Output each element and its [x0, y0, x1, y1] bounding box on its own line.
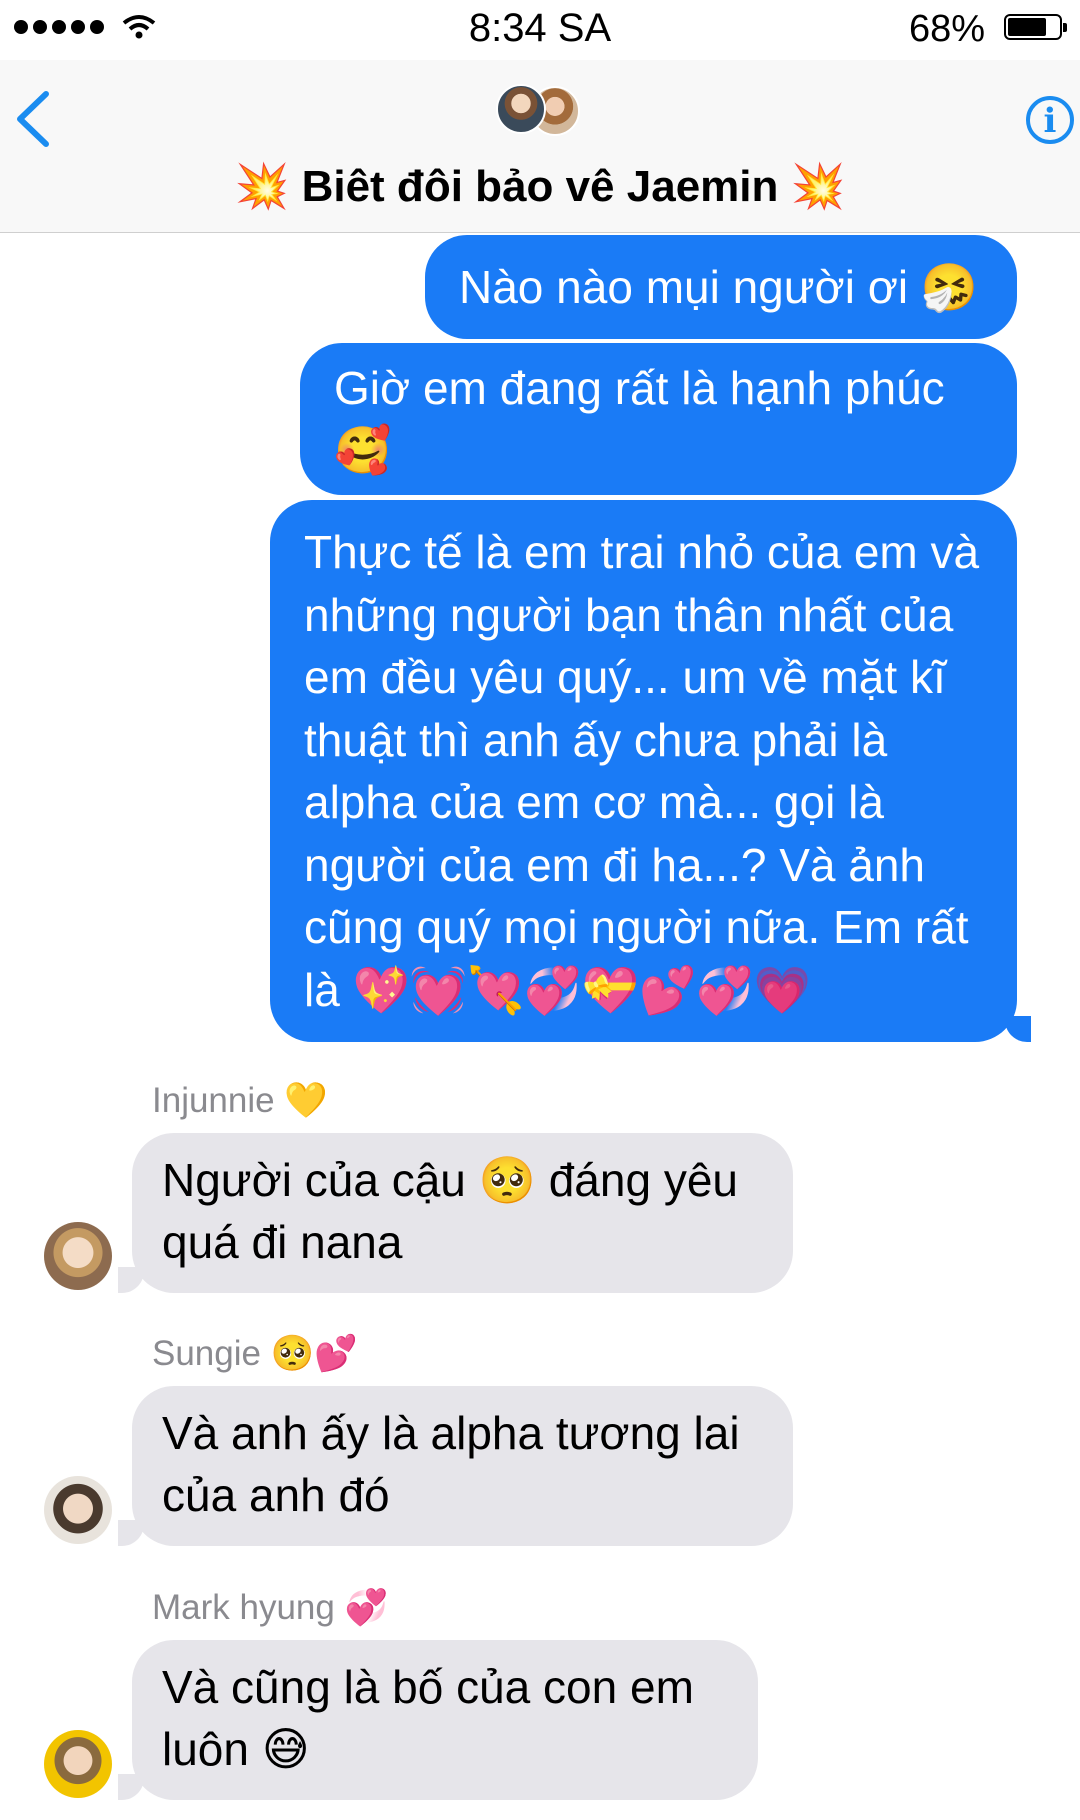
message-text: Và cũng là bố của con em luôn 😅: [162, 1661, 694, 1775]
outgoing-message[interactable]: Nào nào mụi người ơi 🤧: [425, 235, 1017, 339]
battery-icon: [1004, 14, 1067, 40]
back-chevron-icon[interactable]: [8, 88, 60, 150]
outgoing-message[interactable]: Thực tế là em trai nhỏ của em và những n…: [270, 500, 1031, 1042]
bubble-tail: [118, 1267, 144, 1293]
message-text: Thực tế là em trai nhỏ của em và những n…: [304, 526, 980, 1016]
sender-name: Injunnie 💛: [152, 1081, 328, 1120]
status-bar: 8:34 SA 68%: [0, 0, 1080, 60]
avatar[interactable]: [44, 1730, 112, 1798]
group-title[interactable]: 💥 Biêt đôi bảo vê Jaemin 💥: [0, 160, 1080, 212]
battery-percentage: 68%: [908, 8, 985, 50]
info-icon[interactable]: i: [1026, 96, 1074, 144]
bubble-tail: [1005, 1016, 1031, 1042]
message-text: Và anh ấy là alpha tương lai của anh đó: [162, 1407, 740, 1521]
incoming-message[interactable]: Người của cậu 🥺 đáng yêu quá đi nana: [118, 1133, 793, 1293]
outgoing-message[interactable]: Giờ em đang rất là hạnh phúc 🥰: [300, 343, 1017, 495]
sender-name: Mark hyung 💞: [152, 1588, 389, 1627]
incoming-message[interactable]: Và anh ấy là alpha tương lai của anh đó: [118, 1386, 793, 1546]
conversation-header: 💥 Biêt đôi bảo vê Jaemin 💥 i: [0, 60, 1080, 233]
incoming-message[interactable]: Và cũng là bố của con em luôn 😅: [118, 1640, 758, 1800]
message-text: Nào nào mụi người ơi 🤧: [459, 261, 979, 313]
message-text: Giờ em đang rất là hạnh phúc 🥰: [334, 362, 945, 476]
avatar[interactable]: [44, 1476, 112, 1544]
sender-name: Sungie 🥺💕: [152, 1334, 358, 1373]
avatar: [496, 84, 546, 134]
bubble-tail: [118, 1774, 144, 1800]
message-text: Người của cậu 🥺 đáng yêu quá đi nana: [162, 1154, 738, 1268]
avatar[interactable]: [44, 1222, 112, 1290]
bubble-tail: [118, 1520, 144, 1546]
group-avatar-stack[interactable]: [496, 84, 582, 138]
